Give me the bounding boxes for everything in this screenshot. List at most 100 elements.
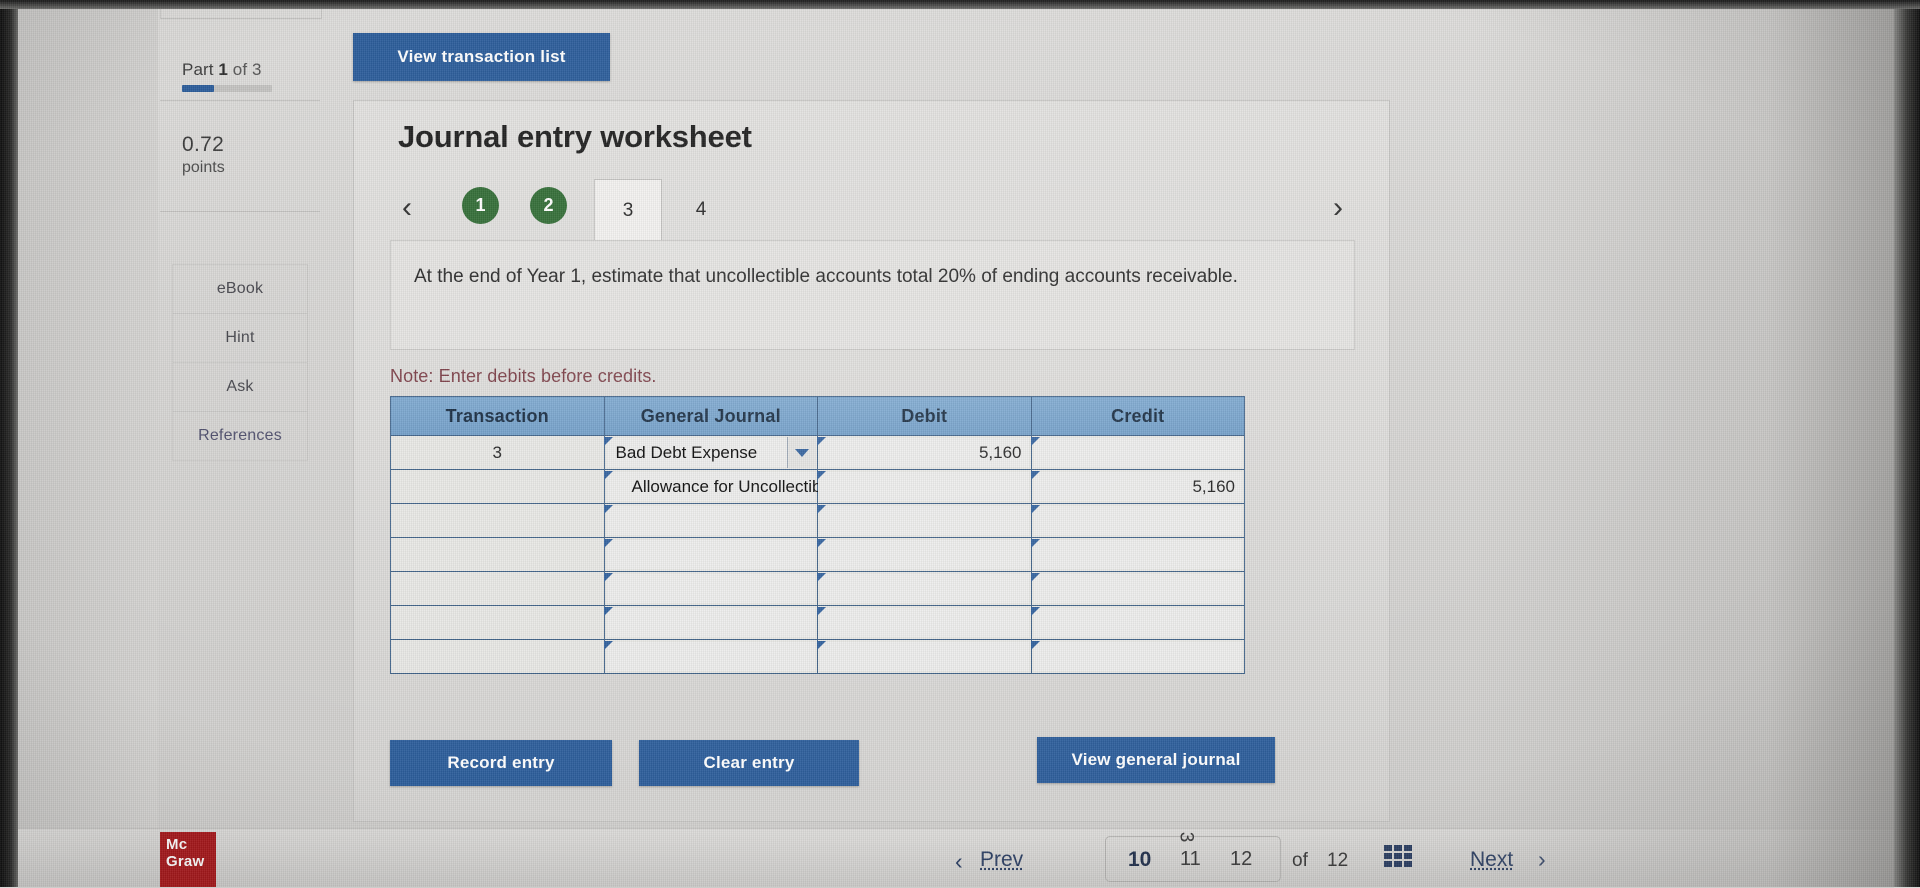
grid-cell xyxy=(1404,853,1412,859)
cell-general-journal[interactable] xyxy=(603,571,818,606)
cell-credit[interactable] xyxy=(1030,605,1245,640)
journal-entry-table: Transaction General Journal Debit Credit… xyxy=(390,396,1245,674)
tab-next-arrow[interactable]: › xyxy=(1321,187,1355,229)
logo-line-1: Mc xyxy=(166,836,188,853)
prev-chevron-icon[interactable]: ‹ xyxy=(955,848,963,875)
chevron-down-icon xyxy=(795,448,809,457)
table-row: Allowance for Uncollectible Accounts 5,1… xyxy=(390,469,1245,504)
cell-transaction[interactable] xyxy=(390,571,605,606)
debit-value: 5,160 xyxy=(978,442,1022,462)
page-number-10[interactable]: 10 xyxy=(1128,848,1151,872)
sidebar-item-ask[interactable]: Ask xyxy=(173,363,307,412)
tab-3[interactable]: 3 xyxy=(594,179,662,241)
cell-transaction[interactable] xyxy=(390,605,605,640)
tab-prev-arrow[interactable]: ‹ xyxy=(390,187,424,229)
cell-general-journal[interactable] xyxy=(603,503,818,538)
sidebar-item-references[interactable]: References xyxy=(173,412,307,461)
grid-view-icon[interactable] xyxy=(1384,845,1414,869)
next-button[interactable]: Next xyxy=(1470,848,1513,872)
mcgraw-hill-logo: Mc Graw xyxy=(160,832,216,887)
clear-entry-button[interactable]: Clear entry xyxy=(639,740,859,786)
page-number-11[interactable]: 11 xyxy=(1180,848,1201,871)
view-transaction-list-button[interactable]: View transaction list xyxy=(353,33,610,81)
cell-handle-icon xyxy=(1030,539,1040,548)
part-label: Part 1 of 3 xyxy=(182,60,262,80)
table-row: 3 Bad Debt Expense 5,160 xyxy=(390,435,1245,470)
cell-debit[interactable] xyxy=(817,537,1032,572)
cell-general-journal[interactable] xyxy=(603,639,818,674)
photo-edge-right xyxy=(1894,0,1920,887)
sidebar-item-hint[interactable]: Hint xyxy=(173,314,307,363)
cell-handle-icon xyxy=(603,505,613,514)
cell-credit[interactable] xyxy=(1030,571,1245,606)
grid-cell xyxy=(1384,853,1392,859)
credit-value: 5,160 xyxy=(1192,476,1235,496)
prev-button[interactable]: Prev xyxy=(980,848,1023,872)
points-block: 0.72 points xyxy=(160,101,320,212)
cell-debit[interactable] xyxy=(817,571,1032,606)
cell-general-journal[interactable] xyxy=(603,537,818,572)
grid-cell xyxy=(1404,861,1412,867)
cell-general-journal[interactable] xyxy=(603,605,818,640)
part-of: of 3 xyxy=(232,60,262,79)
column-header-debit: Debit xyxy=(817,396,1032,436)
left-gutter xyxy=(18,9,158,887)
cell-debit[interactable] xyxy=(817,469,1032,504)
cell-debit[interactable]: 5,160 xyxy=(817,435,1032,470)
cell-handle-icon xyxy=(603,539,613,548)
table-row xyxy=(390,605,1245,640)
cell-handle-icon xyxy=(817,607,826,616)
account-name-value: Bad Debt Expense xyxy=(615,442,758,462)
cell-general-journal[interactable]: Allowance for Uncollectible Accounts xyxy=(603,469,908,504)
table-row xyxy=(390,537,1245,572)
cell-handle-icon xyxy=(1030,437,1040,446)
cell-transaction[interactable]: 3 xyxy=(390,435,605,470)
part-progress-block: Part 1 of 3 xyxy=(160,0,320,101)
tab-4[interactable]: 4 xyxy=(667,179,735,241)
sidebar-item-ebook[interactable]: eBook xyxy=(173,265,307,314)
cell-debit[interactable] xyxy=(817,639,1032,674)
points-value: 0.72 xyxy=(182,133,225,156)
cell-credit[interactable]: 5,160 xyxy=(1030,469,1245,504)
cell-credit[interactable] xyxy=(1030,435,1245,470)
cell-debit[interactable] xyxy=(817,605,1032,640)
sidebar-button-group: eBook Hint Ask References xyxy=(172,264,308,461)
grid-cell xyxy=(1384,861,1392,867)
table-row xyxy=(390,639,1245,674)
tab-1[interactable]: 1 xyxy=(462,187,499,224)
cell-debit[interactable] xyxy=(817,503,1032,538)
tab-2[interactable]: 2 xyxy=(530,187,567,224)
page-number-12[interactable]: 12 xyxy=(1230,848,1252,871)
column-header-general-journal: General Journal xyxy=(603,396,818,436)
cell-transaction[interactable] xyxy=(390,503,605,538)
cell-credit[interactable] xyxy=(1030,639,1245,674)
next-chevron-icon[interactable]: › xyxy=(1538,846,1546,873)
cell-transaction[interactable] xyxy=(390,469,605,504)
page-total: 12 xyxy=(1327,850,1349,871)
cell-handle-icon xyxy=(1030,607,1040,616)
table-row xyxy=(390,571,1245,606)
cell-credit[interactable] xyxy=(1030,537,1245,572)
cell-transaction[interactable] xyxy=(390,537,605,572)
worksheet-tab-bar: ‹ 1 2 3 4 › xyxy=(390,179,1355,241)
cell-handle-icon xyxy=(1030,505,1040,514)
instruction-panel: At the end of Year 1, estimate that unco… xyxy=(390,240,1355,350)
cell-general-journal[interactable]: Bad Debt Expense xyxy=(603,435,818,470)
account-dropdown-button[interactable] xyxy=(787,437,816,468)
table-row xyxy=(390,503,1245,538)
page-title: Journal entry worksheet xyxy=(398,119,752,154)
right-fade xyxy=(1474,9,1894,887)
page-canvas: Part 1 of 3 0.72 points eBook Hint Ask R… xyxy=(0,0,1920,888)
transaction-value: 3 xyxy=(492,442,502,462)
record-entry-button[interactable]: Record entry xyxy=(390,740,612,786)
instruction-text: At the end of Year 1, estimate that unco… xyxy=(414,266,1238,287)
cell-handle-icon xyxy=(817,539,826,548)
points-unit: points xyxy=(182,159,225,176)
cell-handle-icon xyxy=(603,641,613,650)
view-general-journal-button[interactable]: View general journal xyxy=(1037,737,1275,783)
cell-transaction[interactable] xyxy=(390,639,605,674)
cell-credit[interactable] xyxy=(1030,503,1245,538)
cell-handle-icon xyxy=(817,437,826,446)
part-progress-fill xyxy=(182,85,214,92)
current-page-marker: 3 xyxy=(1175,831,1197,843)
